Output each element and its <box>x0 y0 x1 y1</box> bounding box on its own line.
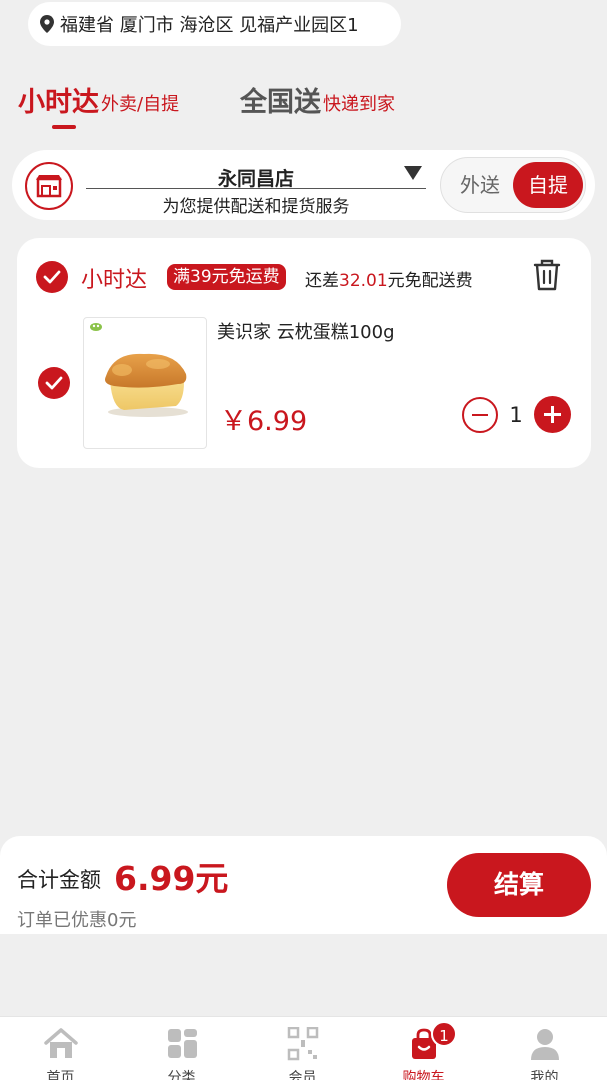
tab-cart[interactable]: 购物车 <box>363 1017 484 1080</box>
tab-nationwide-delivery[interactable]: 全国送 快递到家 <box>240 80 395 119</box>
toggle-delivery-option[interactable]: 外送 <box>449 158 511 212</box>
item-select-checkbox[interactable] <box>38 367 70 399</box>
quantity-decrease-button[interactable] <box>462 397 498 433</box>
checkmark-icon <box>43 270 61 284</box>
tab-member[interactable]: 会员 <box>242 1017 363 1080</box>
category-icon <box>168 1029 197 1058</box>
sponge-cake-image <box>105 353 188 417</box>
tab-home[interactable]: 首页 <box>0 1017 121 1080</box>
store-name[interactable]: 永同昌店 <box>86 164 426 191</box>
promo-suffix: 元免配送费 <box>387 271 473 291</box>
tab-profile-label: 我的 <box>530 1070 559 1080</box>
member-qr-icon <box>287 1027 319 1061</box>
store-icon <box>25 162 73 210</box>
tab-category[interactable]: 分类 <box>121 1017 242 1080</box>
delivery-pickup-toggle: 外送 自提 <box>440 157 586 213</box>
tab-cart-label: 购物车 <box>402 1070 445 1080</box>
total-label: 合计金额 <box>17 868 101 892</box>
toggle-pickup-option[interactable]: 自提 <box>513 162 583 208</box>
tab-home-label: 首页 <box>46 1070 75 1080</box>
product-image[interactable] <box>83 317 207 449</box>
free-shipping-badge: 满39元免运费 <box>167 264 286 290</box>
checkmark-icon <box>45 376 63 390</box>
store-subtitle: 为您提供配送和提货服务 <box>162 197 350 217</box>
location-pin-icon <box>40 15 54 33</box>
delivery-mode-tabs: 小时达 外卖/自提 全国送 快递到家 <box>0 80 607 140</box>
quantity-increase-button[interactable] <box>534 396 571 433</box>
tab-category-label: 分类 <box>167 1070 196 1080</box>
bottom-tab-bar: 首页 分类 会员 购物车 我的 <box>0 1016 607 1080</box>
product-name[interactable]: 美识家 云枕蛋糕100g <box>217 318 395 344</box>
location-text: 福建省 厦门市 海沧区 见福产业园区1 <box>60 15 359 36</box>
discount-text: 订单已优惠0元 <box>17 910 137 931</box>
home-icon <box>44 1028 78 1058</box>
group-select-checkbox[interactable] <box>36 261 68 293</box>
tab-hourly-subtitle: 外卖/自提 <box>101 94 180 115</box>
promo-amount: 32.01 <box>339 271 388 291</box>
checkout-button[interactable]: 结算 <box>447 853 591 917</box>
shipping-remaining-text: 还差32.01元免配送费 <box>305 266 473 291</box>
location-bar[interactable]: 福建省 厦门市 海沧区 见福产业园区1 <box>28 2 401 46</box>
tab-hourly-title: 小时达 <box>18 87 99 118</box>
quantity-value[interactable]: 1 <box>505 403 527 427</box>
tab-member-label: 会员 <box>288 1070 317 1080</box>
active-tab-indicator <box>52 125 76 129</box>
tab-hourly-delivery[interactable]: 小时达 外卖/自提 <box>18 80 179 119</box>
profile-icon <box>531 1029 559 1060</box>
tab-nationwide-title: 全国送 <box>240 87 321 118</box>
tab-profile[interactable]: 我的 <box>484 1017 605 1080</box>
cart-group-card: 小时达 满39元免运费 还差32.01元免配送费 美识家 云枕蛋糕100g ￥6… <box>17 238 591 468</box>
group-title: 小时达 <box>81 268 148 293</box>
checkout-summary-bar: 合计金额 6.99元 订单已优惠0元 结算 <box>0 836 607 934</box>
store-selector: 永同昌店 为您提供配送和提货服务 外送 自提 <box>12 150 595 220</box>
tab-nationwide-subtitle: 快递到家 <box>323 94 395 115</box>
brand-tag-icon <box>90 323 102 331</box>
dropdown-arrow-icon[interactable] <box>404 166 422 180</box>
total-amount: 6.99元 <box>114 859 229 898</box>
delete-trash-icon[interactable] <box>531 258 563 296</box>
promo-prefix: 还差 <box>305 271 339 291</box>
cart-count-badge: 1 <box>431 1021 457 1047</box>
store-divider <box>86 188 426 189</box>
product-price: ￥6.99 <box>220 406 308 437</box>
